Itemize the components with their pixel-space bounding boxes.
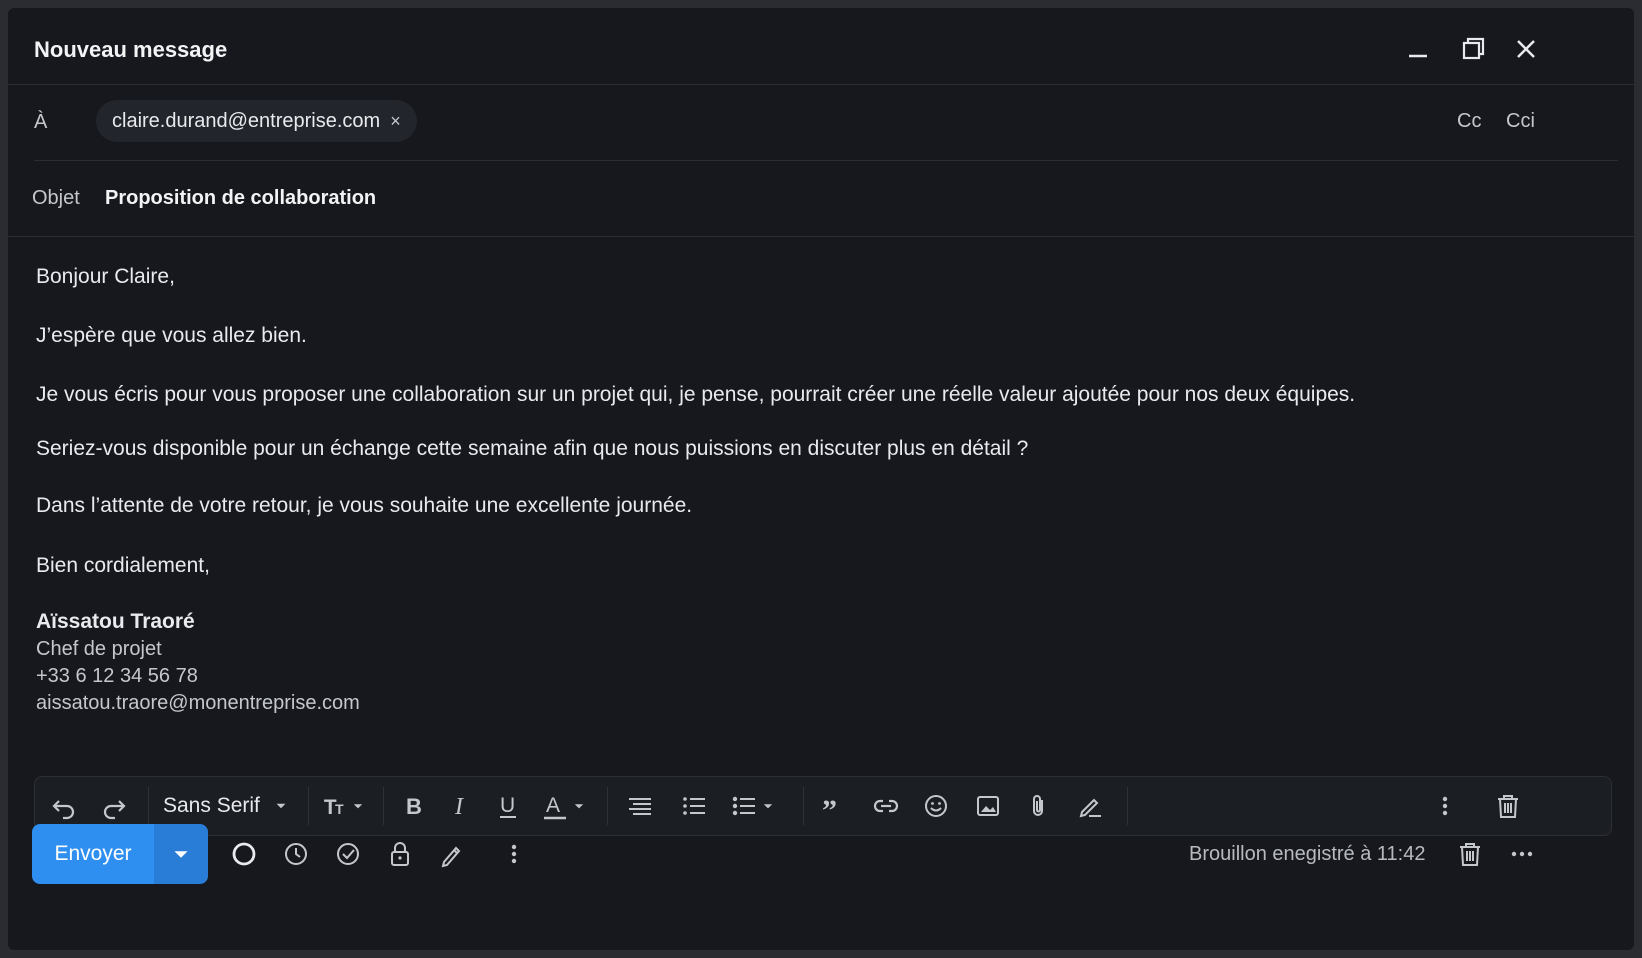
send-button[interactable]: Envoyer [32, 824, 154, 884]
to-label: À [34, 111, 48, 133]
discard-draft-icon[interactable] [1454, 838, 1486, 870]
toolbar-divider [1127, 787, 1128, 825]
draft-status: Brouillon enegistré à 11:42 [1189, 843, 1426, 865]
font-size-icon[interactable]: TT [323, 789, 373, 823]
svg-text:”: ” [822, 794, 837, 821]
window-title: Nouveau message [34, 37, 228, 62]
toolbar-divider [148, 787, 149, 825]
send-options-button[interactable] [154, 824, 208, 884]
signature-pen-icon[interactable] [1075, 789, 1105, 823]
align-icon[interactable] [625, 789, 655, 823]
quote-icon[interactable]: ” [819, 789, 849, 823]
body-line-1: J’espère que vous allez bien. [36, 324, 307, 347]
subject-label: Objet [32, 187, 80, 209]
svg-text:A: A [546, 794, 560, 817]
signature-phone: +33 6 12 34 56 78 [36, 665, 198, 687]
formatting-toolbar: Sans Serif TT B I U A ” [34, 776, 1612, 836]
remove-recipient-icon[interactable]: × [390, 111, 401, 132]
minimize-icon[interactable] [1401, 32, 1435, 66]
schedule-clock-icon[interactable] [280, 838, 312, 870]
more-options-vertical-icon[interactable] [1430, 789, 1460, 823]
recipient-chip[interactable]: claire.durand@entreprise.com × [96, 100, 417, 142]
attachment-icon[interactable] [1023, 789, 1053, 823]
italic-icon[interactable]: I [445, 789, 475, 823]
more-horizontal-icon[interactable] [1506, 838, 1538, 870]
subject-input[interactable]: Proposition de collaboration [105, 187, 376, 210]
bcc-button[interactable]: Cci [1506, 110, 1535, 133]
undo-icon[interactable] [49, 789, 79, 823]
underline-icon[interactable]: U [493, 789, 523, 823]
signature-email: aissatou.traore@monentreprise.com [36, 692, 360, 714]
svg-text:T: T [335, 801, 344, 817]
more-options-icon[interactable] [498, 838, 530, 870]
subject-row[interactable]: Objet Proposition de collaboration [8, 160, 1634, 237]
svg-text:I: I [454, 794, 464, 820]
bold-icon[interactable]: B [398, 789, 428, 823]
close-icon[interactable] [1509, 32, 1543, 66]
signature-role: Chef de projet [36, 638, 162, 660]
restore-icon[interactable] [1456, 32, 1490, 66]
pen-icon[interactable] [436, 838, 468, 870]
caret-down-icon [276, 803, 286, 809]
body-greeting: Bonjour Claire, [36, 265, 175, 288]
status-circle-icon[interactable] [228, 838, 260, 870]
title-bar: Nouveau message [8, 8, 1634, 85]
bulleted-list-icon[interactable] [729, 789, 787, 823]
caret-down-icon [174, 851, 188, 858]
body-line-3: Seriez-vous disponible pour un échange c… [36, 437, 1029, 460]
toolbar-divider [383, 787, 384, 825]
signature-name: Aïssatou Traoré [36, 610, 195, 633]
toolbar-divider [803, 787, 804, 825]
check-circle-icon[interactable] [332, 838, 364, 870]
text-color-icon[interactable]: A [540, 789, 592, 823]
body-line-4: Dans l’attente de votre retour, je vous … [36, 494, 693, 517]
toolbar-divider [607, 787, 608, 825]
lock-icon[interactable] [384, 838, 416, 870]
compose-window: Nouveau message À claire.durand@entrepri… [8, 8, 1634, 950]
body-line-2: Je vous écris pour vous proposer une col… [36, 383, 1356, 406]
link-icon[interactable] [871, 789, 901, 823]
to-row: À claire.durand@entreprise.com × Cc Cci [34, 84, 1618, 161]
emoji-icon[interactable] [921, 789, 951, 823]
font-family-select[interactable]: Sans Serif [163, 789, 303, 823]
svg-text:U: U [500, 794, 515, 817]
body-closing: Bien cordialement, [36, 554, 210, 577]
toolbar-divider [308, 787, 309, 825]
cc-button[interactable]: Cc [1457, 110, 1481, 133]
redo-icon[interactable] [99, 789, 129, 823]
image-icon[interactable] [973, 789, 1003, 823]
toolbar-delete-icon[interactable] [1493, 789, 1523, 823]
recipient-email: claire.durand@entreprise.com [112, 109, 381, 132]
font-family-value: Sans Serif [163, 794, 260, 817]
numbered-list-icon[interactable] [679, 789, 709, 823]
svg-text:B: B [406, 794, 422, 819]
